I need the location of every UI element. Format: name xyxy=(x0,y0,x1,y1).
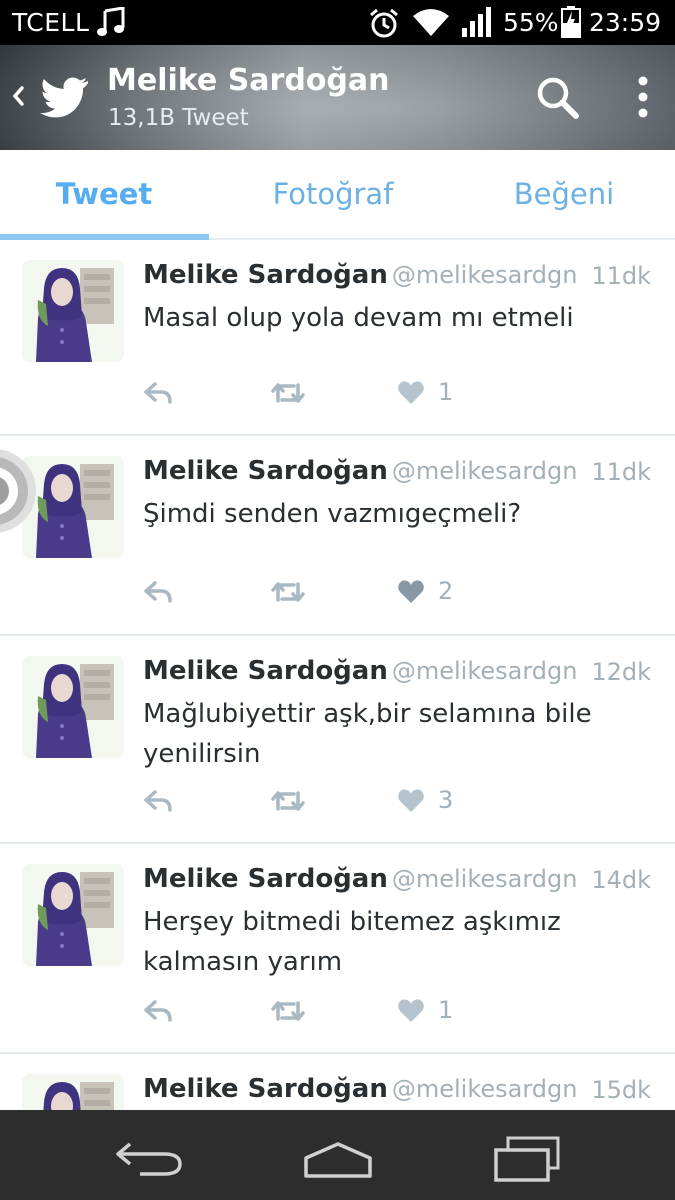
tweet-actions: 3 xyxy=(143,786,473,820)
reply-icon[interactable] xyxy=(143,579,173,605)
profile-name: Melike Sardoğan xyxy=(107,63,390,98)
avatar[interactable] xyxy=(22,260,124,362)
battery-icon xyxy=(561,6,581,38)
like-count: 1 xyxy=(438,378,454,406)
tweet-item[interactable]: Melike Sardoğan @melikesardgn 12dk Mağlub… xyxy=(0,636,675,844)
retweet-icon[interactable] xyxy=(270,579,306,605)
avatar[interactable] xyxy=(22,1074,124,1110)
music-icon xyxy=(97,7,125,36)
search-icon[interactable] xyxy=(532,72,584,124)
retweet-icon[interactable] xyxy=(270,788,306,814)
profile-header: Melike Sardoğan 13,1B Tweet xyxy=(0,45,675,150)
tweet-actions: 1 xyxy=(143,996,473,1030)
battery-percentage: 55% xyxy=(503,8,559,37)
carrier-name: TCELL xyxy=(12,8,90,37)
tweet-text: Masal olup yola devam mı etmeli xyxy=(143,303,574,333)
tweet-actions: 2 xyxy=(143,577,473,611)
tweet-time: 11dk xyxy=(591,262,651,290)
system-nav-bar xyxy=(0,1110,675,1200)
tab-likes[interactable]: Beğeni xyxy=(460,150,668,238)
tweet-text: Herşey bitmedi bitemez aşkımız kalmasın … xyxy=(143,907,561,977)
tweet-feed[interactable]: Melike Sardoğan @melikesardgn 11dk Masal … xyxy=(0,240,675,1110)
author-name[interactable]: Melike Sardoğan xyxy=(143,1074,388,1104)
tweet-item[interactable]: Melike Sardoğan @melikesardgn 11dk Şimdi … xyxy=(0,436,675,636)
tweet-time: 15dk xyxy=(591,1076,651,1104)
like-icon[interactable] xyxy=(397,788,425,814)
tab-tweet[interactable]: Tweet xyxy=(0,150,208,238)
author-handle[interactable]: @melikesardgn xyxy=(392,657,578,685)
profile-tabs: Tweet Fotoğraf Beğeni xyxy=(0,150,675,240)
clock: 23:59 xyxy=(589,8,662,37)
author-name[interactable]: Melike Sardoğan xyxy=(143,456,388,486)
avatar[interactable] xyxy=(22,656,124,758)
author-handle[interactable]: @melikesardgn xyxy=(392,1075,578,1103)
author-name[interactable]: Melike Sardoğan xyxy=(143,656,388,686)
twitter-bird-icon xyxy=(40,77,88,118)
floating-bubble-icon[interactable] xyxy=(0,445,38,537)
overflow-menu-icon[interactable] xyxy=(625,72,661,124)
tweet-count: 13,1B Tweet xyxy=(108,105,249,131)
tweet-item[interactable]: Melike Sardoğan @melikesardgn 11dk Masal … xyxy=(0,240,675,436)
like-count: 3 xyxy=(438,786,454,814)
tweet-actions: 1 xyxy=(143,378,473,412)
nav-home-icon[interactable] xyxy=(300,1140,376,1180)
like-icon[interactable] xyxy=(397,380,425,406)
author-handle[interactable]: @melikesardgn xyxy=(392,261,578,289)
tweet-text: Şimdi senden vazmıgeçmeli? xyxy=(143,499,522,529)
back-chevron-icon xyxy=(12,86,24,106)
like-icon[interactable] xyxy=(397,579,425,605)
tab-photo[interactable]: Fotoğraf xyxy=(228,150,438,238)
author-name[interactable]: Melike Sardoğan xyxy=(143,864,388,894)
tweet-time: 14dk xyxy=(591,866,651,894)
author-name[interactable]: Melike Sardoğan xyxy=(143,260,388,290)
reply-icon[interactable] xyxy=(143,380,173,406)
tweet-item[interactable]: Melike Sardoğan @melikesardgn 15dk xyxy=(0,1054,675,1110)
tweet-time: 11dk xyxy=(591,458,651,486)
back-button[interactable] xyxy=(0,65,100,130)
status-bar: TCELL 55% 23:59 xyxy=(0,0,675,45)
author-handle[interactable]: @melikesardgn xyxy=(392,457,578,485)
tweet-text: Mağlubiyettir aşk,bir selamına bile yeni… xyxy=(143,699,592,769)
like-count: 1 xyxy=(438,996,454,1024)
like-count: 2 xyxy=(438,577,454,605)
alarm-icon xyxy=(370,8,398,38)
nav-back-icon[interactable] xyxy=(112,1138,186,1178)
retweet-icon[interactable] xyxy=(270,998,306,1024)
tweet-time: 12dk xyxy=(591,658,651,686)
author-handle[interactable]: @melikesardgn xyxy=(392,865,578,893)
avatar[interactable] xyxy=(22,864,124,966)
reply-icon[interactable] xyxy=(143,998,173,1024)
signal-icon xyxy=(462,7,491,37)
tweet-item[interactable]: Melike Sardoğan @melikesardgn 14dk Herşey… xyxy=(0,844,675,1054)
like-icon[interactable] xyxy=(397,998,425,1024)
retweet-icon[interactable] xyxy=(270,380,306,406)
reply-icon[interactable] xyxy=(143,788,173,814)
wifi-icon xyxy=(413,9,449,36)
nav-recents-icon[interactable] xyxy=(490,1134,564,1184)
